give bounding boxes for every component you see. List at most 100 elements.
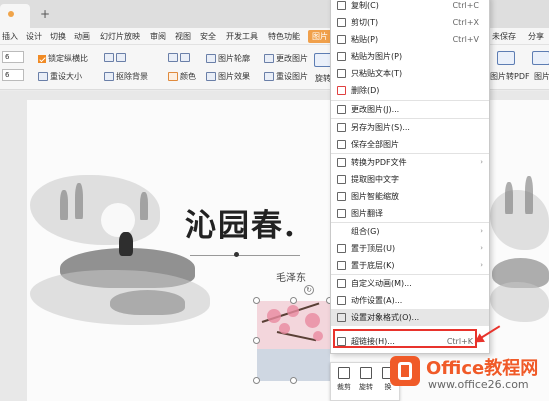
rotate-label[interactable]: 旋转 — [315, 73, 331, 84]
slide-title[interactable]: 沁园春. — [185, 200, 297, 245]
tab-view[interactable]: 视图 — [175, 31, 191, 42]
menu-item-convert-pdf[interactable]: 转换为PDF文件 › — [331, 154, 489, 171]
brightness-icon — [116, 53, 126, 62]
menu-item-cut[interactable]: 剪切(T) Ctrl+X — [331, 14, 489, 31]
tab-special[interactable]: 特色功能 — [268, 31, 300, 42]
tab-picture[interactable]: 图片 — [308, 30, 332, 43]
menu-item-change-picture[interactable]: 更改图片(J)... — [331, 101, 489, 118]
menu-label: 置于顶层(U) — [351, 244, 396, 253]
cut-icon — [337, 18, 346, 27]
bring-front-icon — [337, 244, 346, 253]
menu-item-action-settings[interactable]: 动作设置(A)... — [331, 292, 489, 309]
rotate-mini-button[interactable]: 旋转 — [355, 367, 377, 392]
resize-handle[interactable] — [253, 297, 260, 304]
menu-item-group[interactable]: 组合(G) › — [331, 223, 489, 240]
menu-shortcut: Ctrl+C — [452, 1, 479, 10]
tab-developer[interactable]: 开发工具 — [226, 31, 258, 42]
picture-effect-label: 图片效果 — [218, 72, 250, 81]
pic-to-text-icon[interactable] — [532, 51, 549, 65]
resize-handle[interactable] — [290, 297, 297, 304]
pic-to-pdf-label[interactable]: 图片转PDF — [490, 71, 530, 82]
paste-picture-icon — [337, 52, 346, 61]
resize-handle[interactable] — [253, 337, 260, 344]
menu-item-extract-text[interactable]: 提取图中文字 — [331, 171, 489, 188]
resize-handle[interactable] — [290, 377, 297, 384]
blossom — [313, 331, 323, 341]
menu-label: 另存为图片(S)... — [351, 123, 410, 132]
menu-item-save-all[interactable]: 保存全部图片 — [331, 136, 489, 153]
menu-label: 组合(G) — [351, 227, 380, 236]
menu-item-smart-scale[interactable]: 图片智能缩放 — [331, 188, 489, 205]
lock-ratio-label: 锁定纵横比 — [48, 54, 88, 63]
menu-item-paste[interactable]: 粘贴(P) Ctrl+V — [331, 31, 489, 48]
pic-to-pdf-icon[interactable] — [497, 51, 515, 65]
unsaved-status[interactable]: 未保存 — [492, 31, 516, 42]
menu-item-custom-animation[interactable]: 自定义动画(M)... — [331, 275, 489, 292]
crop-mini-button[interactable]: 裁剪 — [333, 367, 355, 392]
blossom — [287, 305, 299, 317]
menu-item-bring-front[interactable]: 置于顶层(U) › — [331, 240, 489, 257]
menu-item-delete[interactable]: 删除(D) — [331, 82, 489, 99]
office-logo-icon — [390, 356, 420, 386]
reset-picture-button[interactable]: 重设图片 — [264, 71, 308, 82]
blossom — [305, 313, 320, 328]
rotate-handle-icon[interactable]: ↻ — [304, 285, 314, 295]
menu-label: 设置对象格式(O)... — [351, 313, 420, 322]
slide-author[interactable]: 毛泽东 — [276, 269, 306, 284]
standing-figure — [119, 232, 133, 256]
title-divider — [190, 255, 300, 256]
save-all-icon — [337, 140, 346, 149]
blossom — [279, 323, 290, 334]
color-group-icons[interactable] — [168, 53, 192, 62]
change-picture-button[interactable]: 更改图片 — [264, 53, 308, 64]
watermark-url: www.office26.com — [428, 378, 529, 391]
new-tab-button[interactable]: + — [40, 8, 50, 20]
rotate-mini-icon — [360, 367, 372, 379]
menu-label: 提取图中文字 — [351, 175, 399, 184]
menu-item-paste-text[interactable]: 只粘贴文本(T) — [331, 65, 489, 82]
tab-transition[interactable]: 切换 — [50, 31, 66, 42]
width-input[interactable]: 6 — [2, 51, 24, 63]
tree-right-1 — [505, 182, 513, 214]
selected-blossom-picture[interactable] — [257, 301, 330, 381]
share-button[interactable]: 分享 — [528, 31, 544, 42]
watermark: Office教程网 www.office26.com — [388, 352, 549, 401]
tab-security[interactable]: 安全 — [200, 31, 216, 42]
resize-handle[interactable] — [253, 377, 260, 384]
tab-review[interactable]: 审阅 — [150, 31, 166, 42]
lock-ratio-checkbox[interactable]: 锁定纵横比 — [38, 53, 88, 64]
remove-bg-button[interactable]: 抠除背景 — [104, 71, 148, 82]
tab-design[interactable]: 设计 — [26, 31, 42, 42]
color-button[interactable]: 颜色 — [168, 71, 196, 82]
color-label: 颜色 — [180, 72, 196, 81]
menu-label: 粘贴为图片(P) — [351, 52, 403, 61]
menu-item-copy[interactable]: 复制(C) Ctrl+C — [331, 0, 489, 14]
animation-icon — [337, 279, 346, 288]
compress-icon — [180, 53, 190, 62]
menu-label: 剪切(T) — [351, 18, 379, 27]
menu-label: 删除(D) — [351, 86, 380, 95]
picture-effect-button[interactable]: 图片效果 — [206, 71, 250, 82]
outline-icon — [206, 54, 216, 63]
pic-to-text-label[interactable]: 图片 — [534, 71, 549, 82]
tab-animation[interactable]: 动画 — [74, 31, 90, 42]
reset-size-button[interactable]: 重设大小 — [38, 71, 82, 82]
smart-scale-icon — [337, 192, 346, 201]
document-tab[interactable] — [0, 4, 30, 28]
color-icon — [168, 72, 178, 81]
translate-icon — [337, 209, 346, 218]
menu-item-paste-picture[interactable]: 粘贴为图片(P) — [331, 48, 489, 65]
menu-item-send-back[interactable]: 置于底层(K) › — [331, 257, 489, 274]
height-input[interactable]: 6 — [2, 69, 24, 81]
rotate-mini-label: 旋转 — [359, 383, 373, 391]
menu-item-format-object[interactable]: 设置对象格式(O)... — [331, 309, 489, 326]
picture-outline-button[interactable]: 图片轮廓 — [206, 53, 250, 64]
tab-insert[interactable]: 插入 — [2, 31, 18, 42]
adjust-icons[interactable] — [104, 53, 128, 62]
menu-shortcut: Ctrl+X — [452, 18, 479, 27]
reset-picture-icon — [264, 72, 274, 81]
menu-item-translate[interactable]: 图片翻译 — [331, 205, 489, 222]
send-back-icon — [337, 261, 346, 270]
tab-slideshow[interactable]: 幻灯片放映 — [100, 31, 140, 42]
menu-item-save-picture[interactable]: 另存为图片(S)... — [331, 119, 489, 136]
